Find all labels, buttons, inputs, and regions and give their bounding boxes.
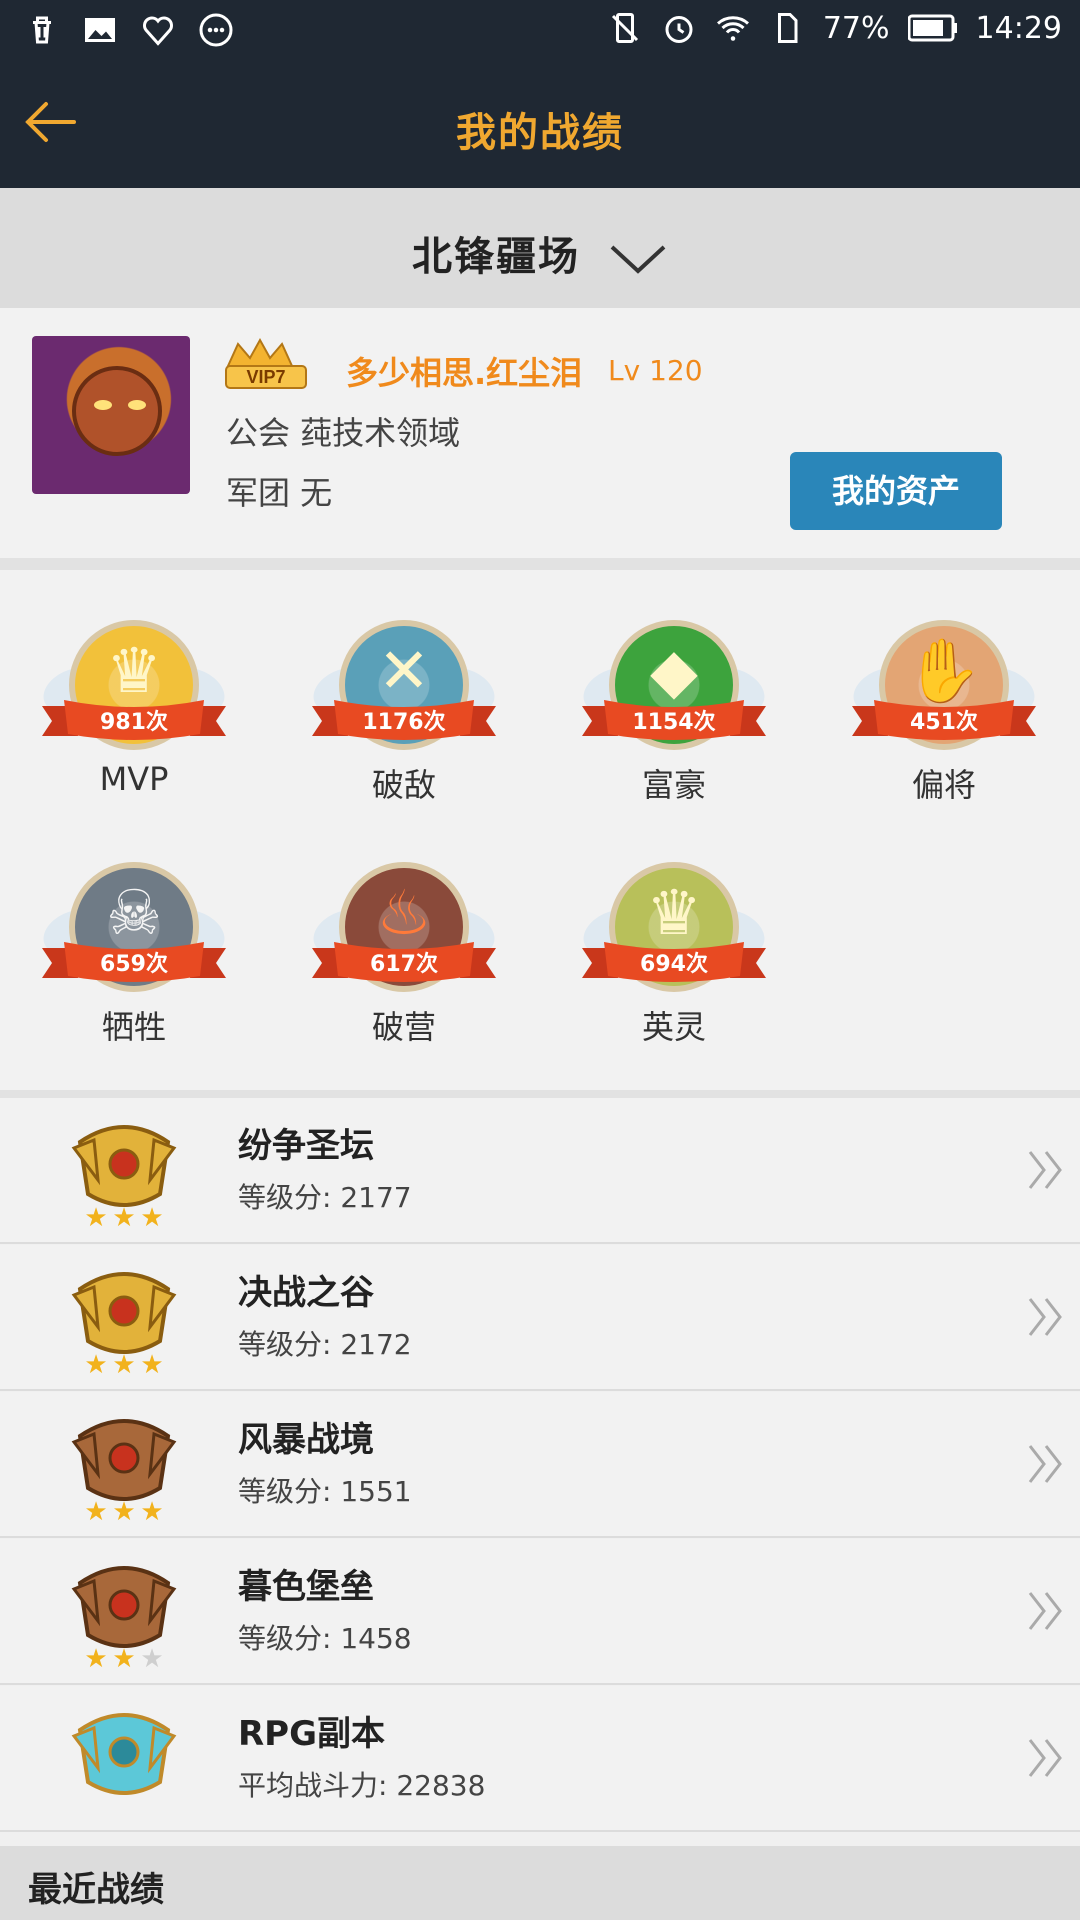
my-assets-button[interactable]: 我的资产 (790, 452, 1002, 530)
badge-5: ♨ 617次 破营 (304, 842, 504, 1052)
gold-medal-icon: ★ ★ ★ (71, 1125, 177, 1230)
badge-count: 617次 (370, 952, 438, 977)
badge-label: 破营 (371, 1008, 436, 1046)
double-chevron-right-icon (1028, 1445, 1062, 1483)
badge-2: ◆ 1154次 富豪 (574, 600, 774, 810)
mode-name: 风暴战境 (238, 1420, 374, 1460)
badge-count: 694次 (640, 952, 708, 977)
star-icon: ★ (112, 1350, 135, 1377)
app-header: 我的战绩 (0, 62, 1080, 188)
battery-icon (907, 14, 957, 42)
legion-info: 军团 无 (226, 474, 333, 512)
heart-shield-icon (143, 16, 173, 46)
mode-row[interactable]: ★ ★ ★ RPG副本 平均战斗力: 22838 (0, 1686, 1080, 1832)
mode-score: 等级分: 1551 (238, 1475, 412, 1508)
status-bar: 77% 14:29 (0, 0, 1080, 62)
trash-icon (33, 16, 51, 44)
badge-label: 富豪 (641, 766, 706, 804)
mode-row[interactable]: ★ ★ ★ 决战之谷 等级分: 2172 (0, 1245, 1080, 1391)
bronze-medal-icon: ★ ★ ★ (71, 1419, 177, 1524)
server-name: 北锋疆场 (412, 234, 581, 280)
badge-4: ☠ 659次 牺牲 (34, 842, 234, 1052)
mode-name: 纷争圣坛 (238, 1126, 374, 1166)
recent-section-header: 最近战绩 (0, 1846, 1080, 1920)
server-selector[interactable]: 北锋疆场 (0, 188, 1080, 308)
image-icon (85, 18, 115, 42)
clock: 14:29 (975, 10, 1062, 46)
star-icon: ★ (112, 1497, 135, 1524)
page-title: 我的战绩 (456, 110, 624, 156)
star-icon: ★ (140, 1203, 163, 1230)
vip-badge-icon: VIP7 (225, 337, 307, 389)
alarm-icon (665, 16, 693, 43)
mode-row[interactable]: ★ ★ ★ 暮色堡垒 等级分: 1458 (0, 1539, 1080, 1685)
mode-name: 决战之谷 (238, 1273, 374, 1313)
vibrate-off-icon (611, 13, 638, 43)
badge-count: 1176次 (362, 710, 446, 735)
star-icon: ★ (140, 1350, 163, 1377)
double-chevron-right-icon (1028, 1592, 1062, 1630)
avatar (32, 336, 190, 494)
star-icon: ★ (112, 1203, 135, 1230)
badge-0: ♛ 981次 MVP (34, 600, 234, 810)
more-dots-icon (199, 13, 233, 47)
mode-score: 等级分: 2177 (238, 1181, 412, 1214)
badge-count: 659次 (100, 952, 168, 977)
badge-label: 牺牲 (101, 1008, 166, 1046)
mode-row[interactable]: ★ ★ ★ 风暴战境 等级分: 1551 (0, 1392, 1080, 1538)
rpg-medal-icon: ★ ★ ★ (71, 1713, 177, 1818)
badge-label: 偏将 (911, 766, 976, 804)
guild-info: 公会 莼技术领域 (226, 414, 461, 452)
badge-count: 451次 (910, 710, 978, 735)
chevron-down-icon (610, 245, 666, 274)
star-icon: ★ (112, 1644, 135, 1671)
mode-row[interactable]: ★ ★ ★ 纷争圣坛 等级分: 2177 (0, 1098, 1080, 1244)
mode-name: RPG副本 (238, 1714, 386, 1754)
star-icon: ★ (140, 1791, 163, 1818)
star-icon: ★ (84, 1791, 107, 1818)
bronze-medal-icon: ★ ★ ★ (71, 1566, 177, 1671)
wifi-icon (716, 16, 749, 41)
gold-medal-icon: ★ ★ ★ (71, 1272, 177, 1377)
username: 多少相思.红尘泪 (346, 354, 583, 392)
sim-icon (777, 13, 798, 43)
vip-label: VIP7 (246, 367, 285, 387)
star-icon: ★ (84, 1644, 107, 1671)
star-icon: ★ (140, 1497, 163, 1524)
star-icon: ★ (84, 1497, 107, 1524)
mode-score: 平均战斗力: 22838 (238, 1769, 486, 1802)
battery-percent: 77% (822, 10, 890, 46)
double-chevron-right-icon (1028, 1151, 1062, 1189)
badge-count: 981次 (100, 710, 168, 735)
achievement-badges: ♛ 981次 MVP ✕ 1176次 破敌 ◆ 1154次 富豪 ✋ 451次 偏将 ☠ 659次 牺牲 ♨ 6… (0, 570, 1080, 1090)
badge-label: MVP (99, 760, 169, 798)
profile-card: VIP7 多少相思.红尘泪 Lv 120 公会 莼技术领域 军团 无 我的资产 (0, 308, 1080, 558)
user-level: Lv 120 (608, 354, 703, 387)
double-chevron-right-icon (1028, 1739, 1062, 1777)
star-icon: ★ (84, 1203, 107, 1230)
badge-3: ✋ 451次 偏将 (844, 600, 1044, 810)
star-icon: ★ (140, 1644, 163, 1671)
star-icon: ★ (112, 1791, 135, 1818)
recent-title: 最近战绩 (28, 1870, 164, 1910)
badge-label: 破敌 (371, 766, 436, 804)
badge-6: ♛ 694次 英灵 (574, 842, 774, 1052)
badge-label: 英灵 (641, 1008, 706, 1046)
double-chevron-right-icon (1028, 1298, 1062, 1336)
mode-name: 暮色堡垒 (238, 1567, 374, 1607)
badge-1: ✕ 1176次 破敌 (304, 600, 504, 810)
badge-count: 1154次 (632, 710, 716, 735)
mode-score: 等级分: 1458 (238, 1622, 412, 1655)
mode-score: 等级分: 2172 (238, 1328, 412, 1361)
star-icon: ★ (84, 1350, 107, 1377)
divider (0, 558, 1080, 570)
